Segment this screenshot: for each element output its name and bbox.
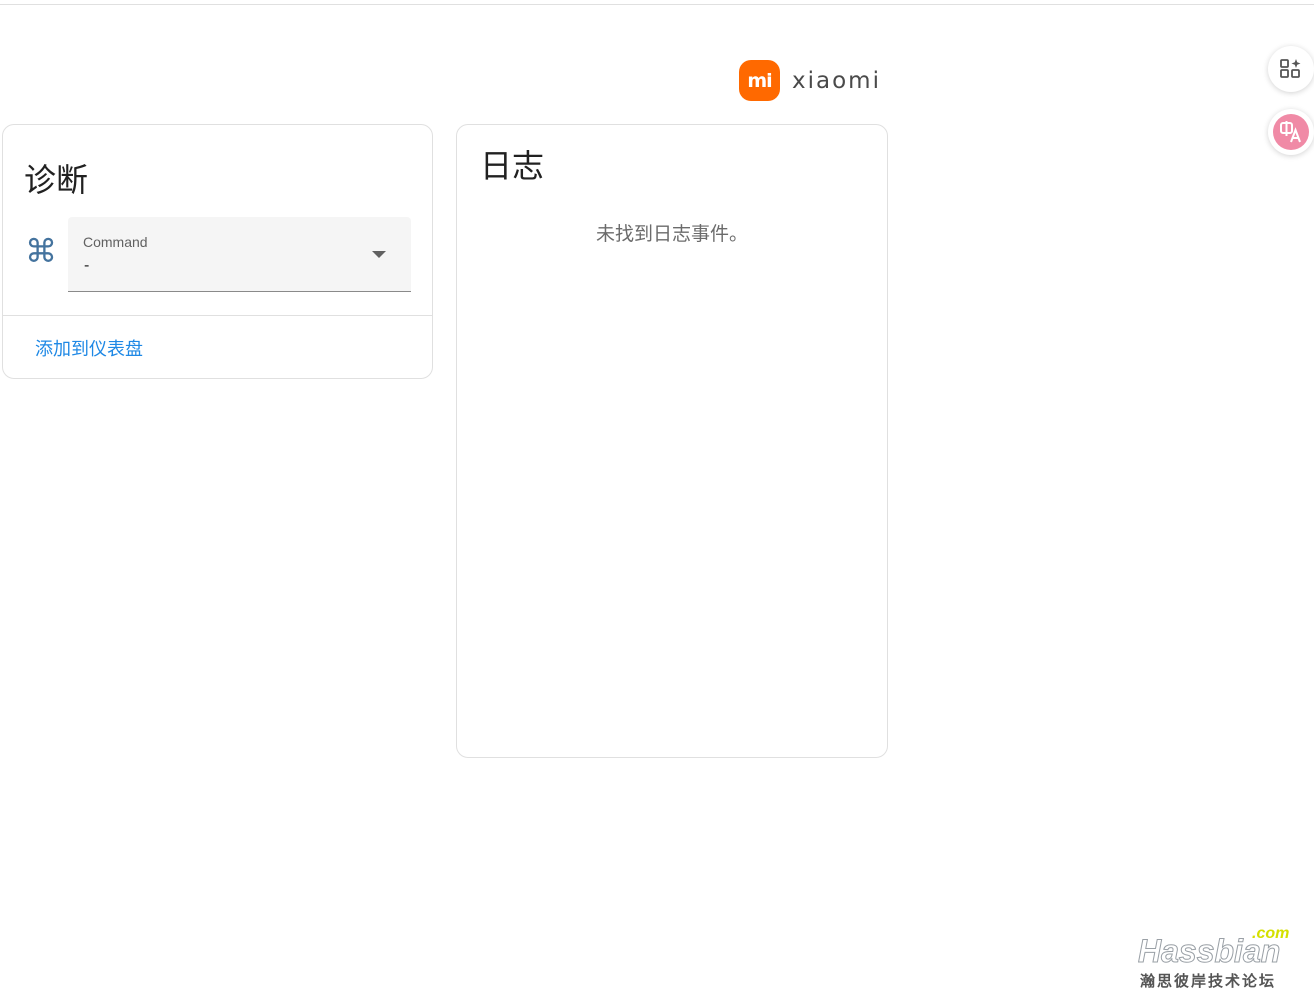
diagnostics-card: 诊断 ⌘ Command - 添加到仪表盘	[2, 124, 433, 379]
apps-sparkle-button[interactable]	[1268, 46, 1314, 92]
watermark-subtitle: 瀚思彼岸技术论坛	[1140, 973, 1277, 990]
select-label: Command	[83, 234, 148, 250]
apps-sparkle-icon	[1280, 59, 1301, 78]
mi-logo-icon: mi	[739, 60, 780, 101]
empty-logbook-message: 未找到日志事件。	[595, 224, 748, 245]
add-to-dashboard-button[interactable]: 添加到仪表盘	[35, 335, 143, 361]
watermark-name: Hassbian	[1137, 933, 1281, 970]
translate-button[interactable]	[1268, 109, 1314, 155]
command-select[interactable]: Command -	[68, 217, 411, 292]
select-value: -	[84, 257, 90, 274]
logo-wordmark: xiaomi	[792, 67, 881, 94]
card-title: 诊断	[24, 162, 89, 198]
card-divider	[3, 315, 432, 316]
logbook-card: 日志 未找到日志事件。	[456, 124, 888, 758]
xiaomi-logo: mi xiaomi	[739, 60, 881, 101]
card-title: 日志	[480, 148, 545, 184]
translate-icon	[1273, 114, 1309, 150]
top-divider	[0, 4, 1314, 5]
dropdown-arrow-icon	[372, 251, 386, 258]
command-icon: ⌘	[25, 232, 57, 270]
hassbian-watermark: .com Hassbian 瀚思彼岸技术论坛	[1136, 925, 1306, 991]
